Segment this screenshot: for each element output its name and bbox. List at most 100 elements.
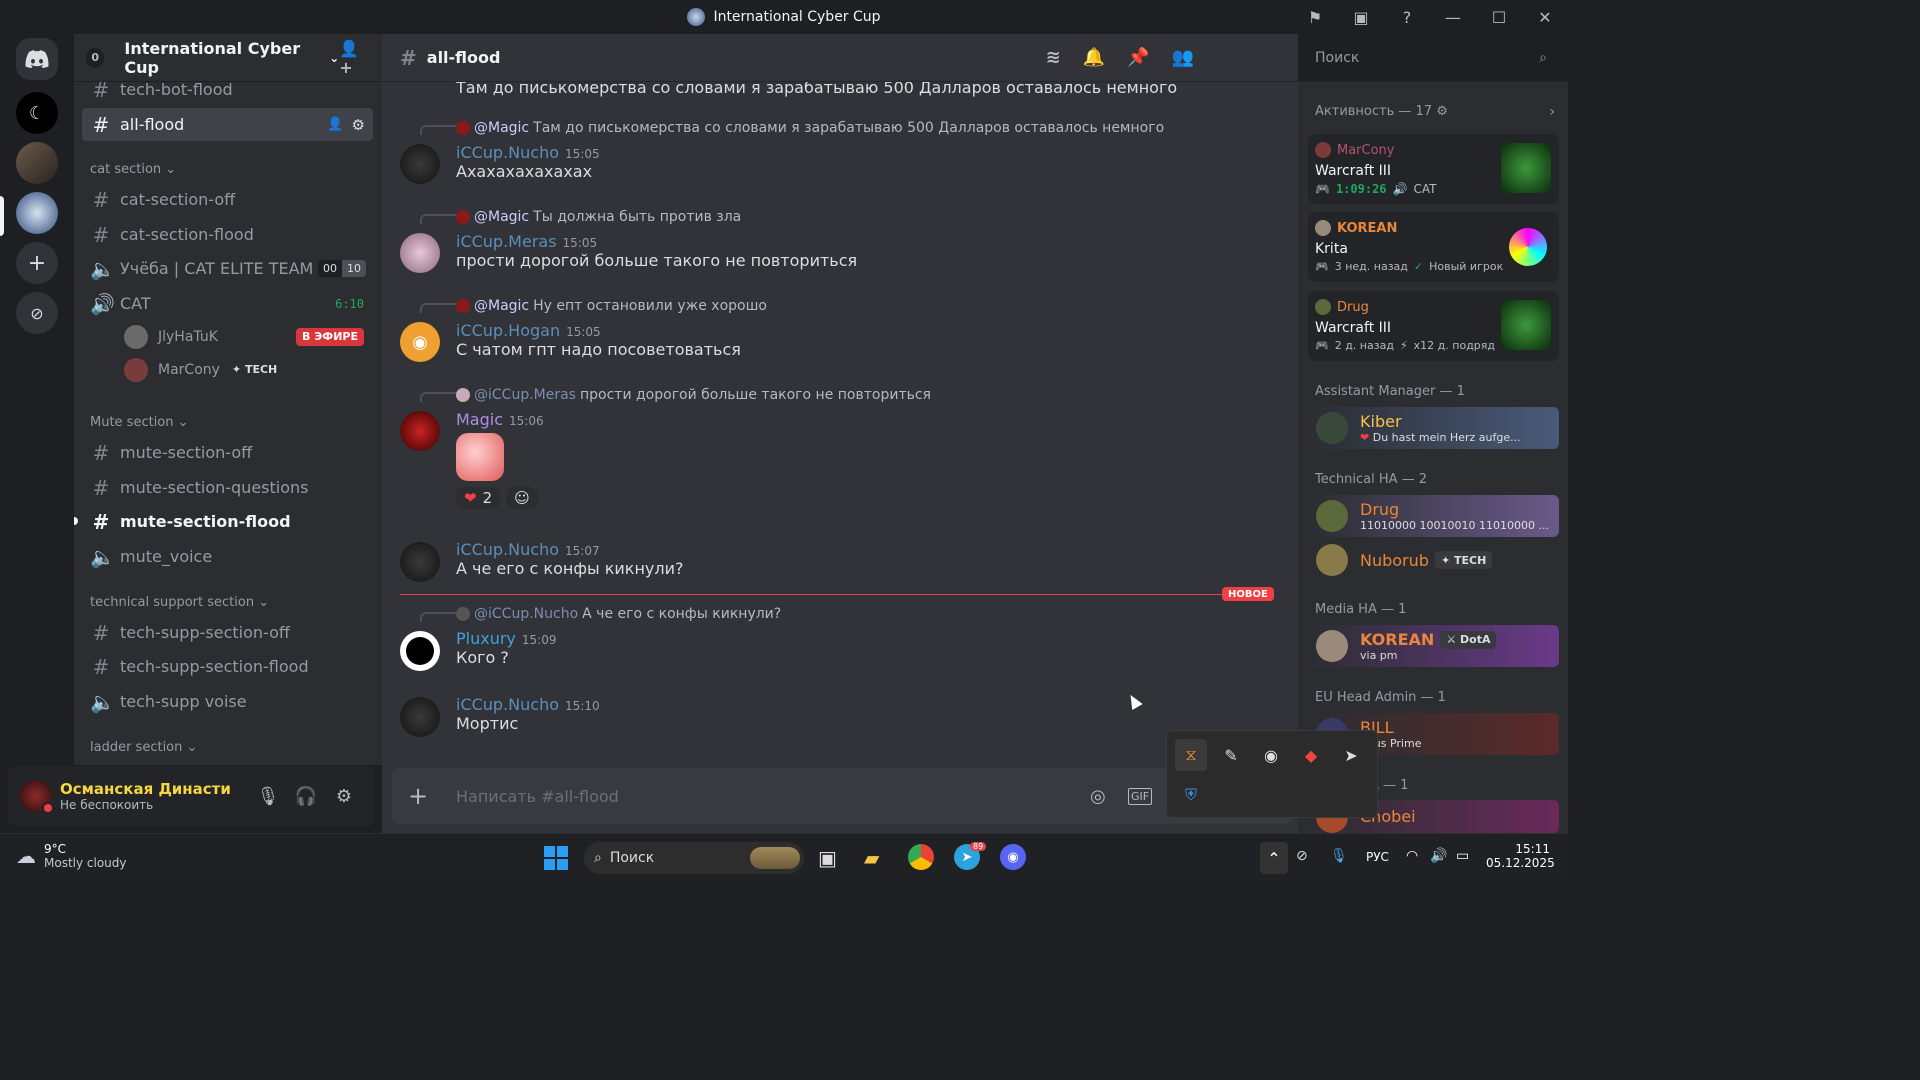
avatar[interactable] [400,411,440,451]
discord-taskbar-icon[interactable]: ◉ [1000,844,1026,870]
message-author[interactable]: Magic [456,410,503,429]
maximize-button[interactable]: ☐ [1476,0,1522,34]
taskbar-search[interactable]: ⌕ Поиск [584,842,804,874]
category-ladder-section[interactable]: ladder section ⌄ [90,740,197,755]
channel-cat-section-off[interactable]: # cat-section-off [82,183,372,216]
channel-tech-supp-section-off[interactable]: # tech-supp-section-off [82,616,372,649]
attach-plus-icon[interactable]: + [408,782,432,810]
minimize-button[interactable]: — [1430,0,1476,34]
message-author[interactable]: iCCup.Nucho [456,143,559,162]
message-author[interactable]: Pluxury [456,629,516,648]
avatar[interactable] [400,144,440,184]
message-author[interactable]: iCCup.Nucho [456,540,559,559]
wifi-icon[interactable]: ◠ [1406,848,1418,864]
pin-icon[interactable]: 📌 [1127,47,1149,68]
reaction-heart[interactable]: ❤ 2 [456,487,501,509]
add-member-icon[interactable]: 👤 [327,117,343,132]
channel-cat-section-flood[interactable]: # cat-section-flood [82,218,372,251]
voice-user-marcony[interactable]: MarCony ✦ TECH [116,353,372,386]
channel-mute-section-off[interactable]: # mute-section-off [82,436,372,469]
activity-card-marcony[interactable]: MarCony Warcraft III 🎮 1:09:26 🔊 CAT [1308,134,1559,204]
close-button[interactable]: ✕ [1522,0,1568,34]
settings-gear-icon[interactable]: ⚙ [352,116,365,134]
avatar[interactable] [20,780,54,814]
channel-tech-supp-section-flood[interactable]: # tech-supp-section-flood [82,650,372,683]
server-avatar-icon[interactable] [16,142,58,184]
add-reaction-icon[interactable]: ☺ [506,487,538,509]
voice-channel-ucheba[interactable]: 🔈 Учёба | CAT ELITE TEAM 00 10 [82,252,372,285]
voice-user-jlyhatuk[interactable]: JlyHaTuK В ЭФИРЕ [116,320,372,353]
reply-preview[interactable]: @Magic Ну епт остановили уже хорошо [456,298,767,314]
flag-icon[interactable]: ⚑ [1292,0,1338,34]
clock[interactable]: 15:11 05.12.2025 [1486,842,1555,870]
reply-preview[interactable]: @iCCup.Nucho А че его с конфы кикнули? [456,606,781,622]
voice-channel-cat[interactable]: 🔊 CAT 6:10 [82,287,372,320]
user-settings-icon[interactable]: ⚙ [325,786,363,807]
tray-app-orange-icon[interactable]: ⧖ [1175,739,1207,771]
message-author[interactable]: iCCup.Meras [456,232,557,251]
message-author[interactable]: iCCup.Hogan [456,321,560,340]
channel-tech-bot-flood[interactable]: # tech-bot-flood [82,73,372,106]
input-language[interactable]: РУС [1366,850,1389,864]
reply-preview[interactable]: @Magic Ты должна быть против зла [456,209,741,225]
member-list-icon[interactable]: 👥 [1172,47,1194,68]
activity-card-korean[interactable]: KOREAN Krita 🎮 3 нед. назад ✓ Новый игрок [1308,212,1559,282]
threads-icon[interactable]: ≋ [1046,47,1061,68]
chrome-icon[interactable] [908,844,934,870]
tray-telegram-icon[interactable]: ➤ [1335,739,1367,771]
microphone-icon[interactable]: 🎙 [249,786,287,807]
file-explorer-icon[interactable]: ▰ [864,846,879,870]
emoji-picker-icon[interactable]: ◎ [1090,786,1106,807]
tray-anydesk-icon[interactable]: ◆ [1295,739,1327,771]
message-input[interactable]: Написать #all-flood [456,787,619,806]
tray-app-pen-icon[interactable]: ✎ [1215,739,1247,771]
category-tech-support[interactable]: technical support section ⌄ [90,595,269,610]
discord-home-icon[interactable] [16,38,58,80]
reply-preview[interactable]: @Magic Там до писькомерства со словами я… [456,120,1164,136]
member-korean[interactable]: KOREAN ⚔ DotA via pm [1308,625,1559,667]
search-input[interactable]: Поиск ⌕ [1307,42,1555,74]
avatar[interactable] [400,542,440,582]
activity-header[interactable]: Активность — 17 ⚙ › [1315,104,1555,120]
task-view-icon[interactable]: ▣ [818,846,837,870]
channel-mute-section-flood[interactable]: # mute-section-flood [82,505,372,538]
category-cat-section[interactable]: cat section ⌄ [90,162,176,177]
discover-icon[interactable]: ⊘ [16,292,58,334]
tray-discord-icon[interactable]: ◉ [1255,739,1287,771]
avatar[interactable] [400,697,440,737]
weather-widget[interactable]: ☁ 9°C Mostly cloudy [16,842,127,870]
voice-channel-mute-voice[interactable]: 🔈 mute_voice [82,540,372,573]
channel-all-flood[interactable]: # all-flood 👤 ⚙ [82,108,373,141]
tray-mic-icon[interactable]: 🎙 [1330,848,1348,864]
sticker-image[interactable] [456,433,504,481]
start-button[interactable] [544,846,568,870]
volume-icon[interactable]: 🔊 [1430,848,1447,864]
voice-channel-tech-supp[interactable]: 🔈 tech-supp voise [82,685,372,718]
notification-bell-icon[interactable]: 🔔 [1083,47,1105,68]
invite-icon[interactable]: 👤+ [339,39,370,77]
avatar[interactable]: ◉ [400,322,440,362]
server-moon-icon[interactable]: ☾ [16,92,58,134]
avatar[interactable] [400,233,440,273]
channel-mute-section-questions[interactable]: # mute-section-questions [82,471,372,504]
member-drug[interactable]: Drug 11010000 10010010 11010000 ... [1308,495,1559,537]
category-mute-section[interactable]: Mute section ⌄ [90,415,189,430]
headphones-icon[interactable]: 🎧 [287,786,325,807]
message-author[interactable]: iCCup.Nucho [456,695,559,714]
battery-icon[interactable]: ▭ [1456,848,1469,864]
gif-icon[interactable]: GIF [1128,787,1153,805]
avatar[interactable] [400,631,440,671]
inbox-icon[interactable]: ▣ [1338,0,1384,34]
username: Османская Династия [60,780,230,798]
tray-flow-icon[interactable]: ⊘ [1296,848,1308,864]
add-server-icon[interactable]: + [16,242,58,284]
avatar [1316,500,1348,532]
reply-preview[interactable]: @iCCup.Meras прости дорогой больше таког… [456,387,931,403]
member-kiber[interactable]: Kiber ❤ Du hast mein Herz aufge... [1308,407,1559,449]
help-icon[interactable]: ? [1384,0,1430,34]
tray-defender-icon[interactable]: ⛨ [1175,779,1207,811]
tray-expand-chevron-icon[interactable]: ⌃ [1260,842,1288,874]
member-nuborub[interactable]: Nuborub ✦ TECH [1308,539,1559,581]
activity-card-drug[interactable]: Drug Warcraft III 🎮 2 д. назад ⚡ x12 д. под… [1308,291,1559,361]
server-iccup-icon[interactable] [16,192,58,234]
